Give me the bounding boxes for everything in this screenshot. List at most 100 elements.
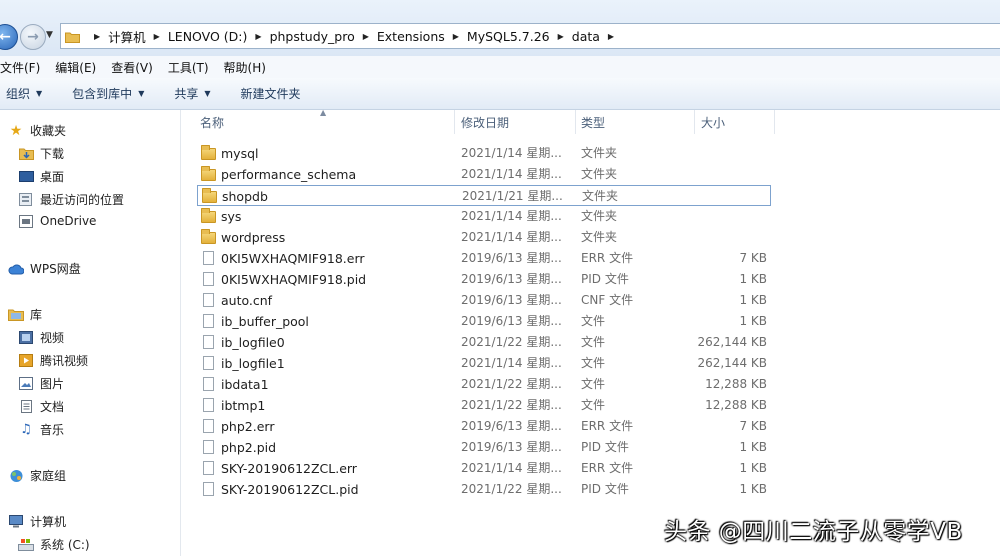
forward-button[interactable]: → [20,24,46,50]
column-header-name[interactable]: 名称 [200,110,454,134]
menu-tools[interactable]: 工具(T) [168,59,209,76]
file-name: ib_logfile0 [221,335,285,350]
file-name: ib_buffer_pool [221,314,309,329]
breadcrumb-phpstudy[interactable]: phpstudy_pro [270,29,355,44]
file-modified-date: 2021/1/14 星期... [461,209,562,223]
breadcrumb-separator-icon[interactable]: ▶ [558,32,564,41]
file-row[interactable]: ib_buffer_pool 2019/6/13 星期... 文件 1 KB [197,311,771,332]
address-box[interactable]: ▶ 计算机 ▶ LENOVO (D:) ▶ phpstudy_pro ▶ Ext… [60,23,1000,49]
nav-system-drive[interactable]: 系统 (C:) [18,536,90,553]
file-icon [203,293,214,307]
folder-row[interactable]: mysql 2021/1/14 星期... 文件夹 [197,143,771,164]
include-in-library-button[interactable]: 包含到库中 ▼ [72,85,144,102]
nav-videos[interactable]: 视频 [18,329,64,346]
file-size: 1 KB [739,314,767,328]
nav-wps-cloud[interactable]: WPS网盘 [8,260,81,277]
file-row[interactable]: auto.cnf 2019/6/13 星期... CNF 文件 1 KB [197,290,771,311]
documents-icon [18,400,34,414]
file-size: 1 KB [739,482,767,496]
menu-help[interactable]: 帮助(H) [224,59,266,76]
forward-arrow-icon: → [27,29,39,45]
folder-row[interactable]: wordpress 2021/1/14 星期... 文件夹 [197,227,771,248]
drive-icon [18,538,34,552]
nav-pictures[interactable]: 图片 [18,375,64,392]
recent-places-icon [18,193,34,207]
menu-file[interactable]: 文件(F) [0,59,40,76]
breadcrumb-separator-icon[interactable]: ▶ [608,32,614,41]
breadcrumb-separator-icon[interactable]: ▶ [363,32,369,41]
breadcrumb-separator-icon[interactable]: ▶ [255,32,261,41]
column-header-size[interactable]: 大小 [701,110,774,134]
nav-documents[interactable]: 文档 [18,398,64,415]
nav-tencent-video[interactable]: 腾讯视频 [18,352,88,369]
nav-favorites[interactable]: ★ 收藏夹 [8,122,66,139]
nav-onedrive[interactable]: OneDrive [18,214,96,228]
menu-edit[interactable]: 编辑(E) [55,59,96,76]
file-row[interactable]: 0KI5WXHAQMIF918.err 2019/6/13 星期... ERR 文件… [197,248,771,269]
file-row[interactable]: ib_logfile0 2021/1/22 星期... 文件 262,144 KB [197,332,771,353]
nav-computer[interactable]: 计算机 [8,513,66,530]
share-button[interactable]: 共享 ▼ [174,85,210,102]
column-header-modified[interactable]: 修改日期 [461,110,575,134]
back-button[interactable]: ← [0,24,18,50]
column-divider[interactable] [694,110,695,134]
column-divider[interactable] [454,110,455,134]
file-name: php2.pid [221,440,277,455]
breadcrumb-data[interactable]: data [572,29,600,44]
breadcrumb-extensions[interactable]: Extensions [377,29,445,44]
column-divider[interactable] [575,110,576,134]
nav-homegroup[interactable]: 家庭组 [8,467,66,484]
file-row[interactable]: php2.err 2019/6/13 星期... ERR 文件 7 KB [197,416,771,437]
file-type: 文件夹 [581,146,618,160]
breadcrumb-separator-icon[interactable]: ▶ [453,32,459,41]
nav-desktop[interactable]: 桌面 [18,168,64,185]
menu-view[interactable]: 查看(V) [111,59,153,76]
file-name: shopdb [222,189,268,204]
computer-icon [8,514,24,529]
nav-music-label: 音乐 [40,423,65,437]
file-row[interactable]: SKY-20190612ZCL.pid 2021/1/22 星期... PID 文件… [197,479,771,500]
nav-libraries[interactable]: 库 [8,306,42,323]
file-name: ibtmp1 [221,398,266,413]
file-modified-date: 2021/1/22 星期... [461,377,562,391]
file-row[interactable]: ibdata1 2021/1/22 星期... 文件 12,288 KB [197,374,771,395]
column-header-type[interactable]: 类型 [581,110,694,134]
nav-recent-places[interactable]: 最近访问的位置 [18,191,124,208]
homegroup-icon [8,469,24,483]
folder-row[interactable]: performance_schema 2021/1/14 星期... 文件夹 [197,164,771,185]
address-bar-area: ← → ▼ ▶ 计算机 ▶ LENOVO (D:) ▶ phpstudy_pro… [0,0,1000,56]
file-row[interactable]: ibtmp1 2021/1/22 星期... 文件 12,288 KB [197,395,771,416]
file-name: mysql [221,146,259,161]
folder-icon [65,31,80,43]
file-type: ERR 文件 [581,461,634,475]
nav-music[interactable]: ♫ 音乐 [18,421,64,438]
recent-pages-dropdown-icon[interactable]: ▼ [46,30,53,40]
folder-row[interactable]: shopdb 2021/1/21 星期... 文件夹 [197,185,771,206]
new-folder-button[interactable]: 新建文件夹 [241,85,301,102]
file-name: sys [221,209,242,224]
file-icon [203,356,214,370]
folder-icon [201,145,216,160]
file-row[interactable]: 0KI5WXHAQMIF918.pid 2019/6/13 星期... PID 文件… [197,269,771,290]
file-type: PID 文件 [581,482,629,496]
breadcrumb-computer[interactable]: 计算机 [108,27,146,46]
folder-icon [202,188,217,203]
file-row[interactable]: ib_logfile1 2021/1/14 星期... 文件 262,144 KB [197,353,771,374]
organize-button[interactable]: 组织 ▼ [6,85,42,102]
folder-row[interactable]: sys 2021/1/14 星期... 文件夹 [197,206,771,227]
file-row[interactable]: SKY-20190612ZCL.err 2021/1/14 星期... ERR 文件… [197,458,771,479]
nav-recent-places-label: 最近访问的位置 [40,193,125,207]
file-icon [203,440,214,454]
file-row[interactable]: php2.pid 2019/6/13 星期... PID 文件 1 KB [197,437,771,458]
nav-documents-label: 文档 [40,400,65,414]
nav-downloads[interactable]: 下载 [18,145,64,162]
breadcrumb-mysql[interactable]: MySQL5.7.26 [467,29,550,44]
breadcrumb-separator-icon[interactable]: ▶ [154,32,160,41]
nav-favorites-label: 收藏夹 [30,124,67,138]
file-type: ERR 文件 [581,251,634,265]
file-modified-date: 2021/1/22 星期... [461,482,562,496]
breadcrumb-drive[interactable]: LENOVO (D:) [168,29,248,44]
column-divider[interactable] [774,110,775,134]
breadcrumb-separator-icon[interactable]: ▶ [94,32,100,41]
file-name: 0KI5WXHAQMIF918.pid [221,272,367,287]
